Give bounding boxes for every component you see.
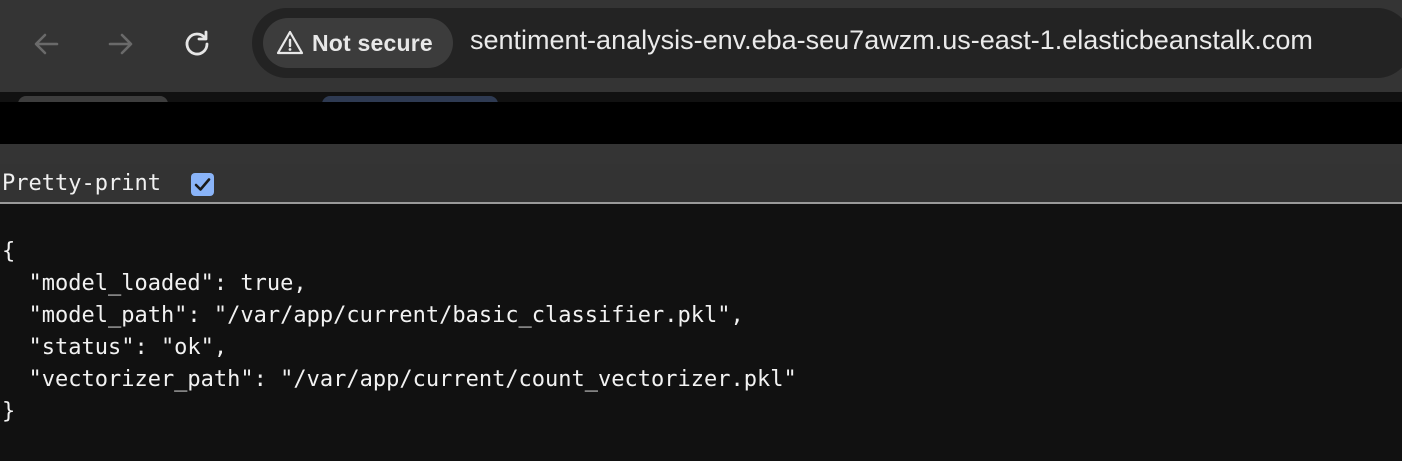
json-line: { (2, 239, 16, 264)
json-viewer-toolbar: Pretty-print (0, 164, 1402, 204)
checkmark-icon (194, 178, 211, 191)
json-line: "status": "ok", (2, 335, 228, 360)
warning-triangle-icon (276, 30, 304, 55)
back-button[interactable] (26, 24, 66, 64)
security-label: Not secure (312, 29, 433, 56)
json-line: } (2, 399, 16, 424)
reload-icon (185, 30, 209, 56)
arrow-left-icon (34, 33, 59, 55)
bookmarks-bar (0, 144, 1402, 164)
json-line: "vectorizer_path": "/var/app/current/cou… (2, 367, 797, 392)
pretty-print-checkbox[interactable] (191, 173, 214, 196)
forward-button[interactable] (101, 24, 141, 64)
arrow-right-icon (108, 33, 133, 55)
json-content: { "model_loaded": true, "model_path": "/… (0, 206, 1402, 461)
pretty-print-label: Pretty-print (2, 171, 161, 196)
url-text[interactable]: sentiment-analysis-env.eba-seu7awzm.us-e… (470, 25, 1313, 56)
json-line: "model_loaded": true, (2, 271, 307, 296)
redacted-region (0, 102, 1402, 144)
reload-button[interactable] (177, 24, 217, 64)
json-line: "model_path": "/var/app/current/basic_cl… (2, 303, 744, 328)
security-indicator[interactable]: Not secure (263, 18, 453, 68)
